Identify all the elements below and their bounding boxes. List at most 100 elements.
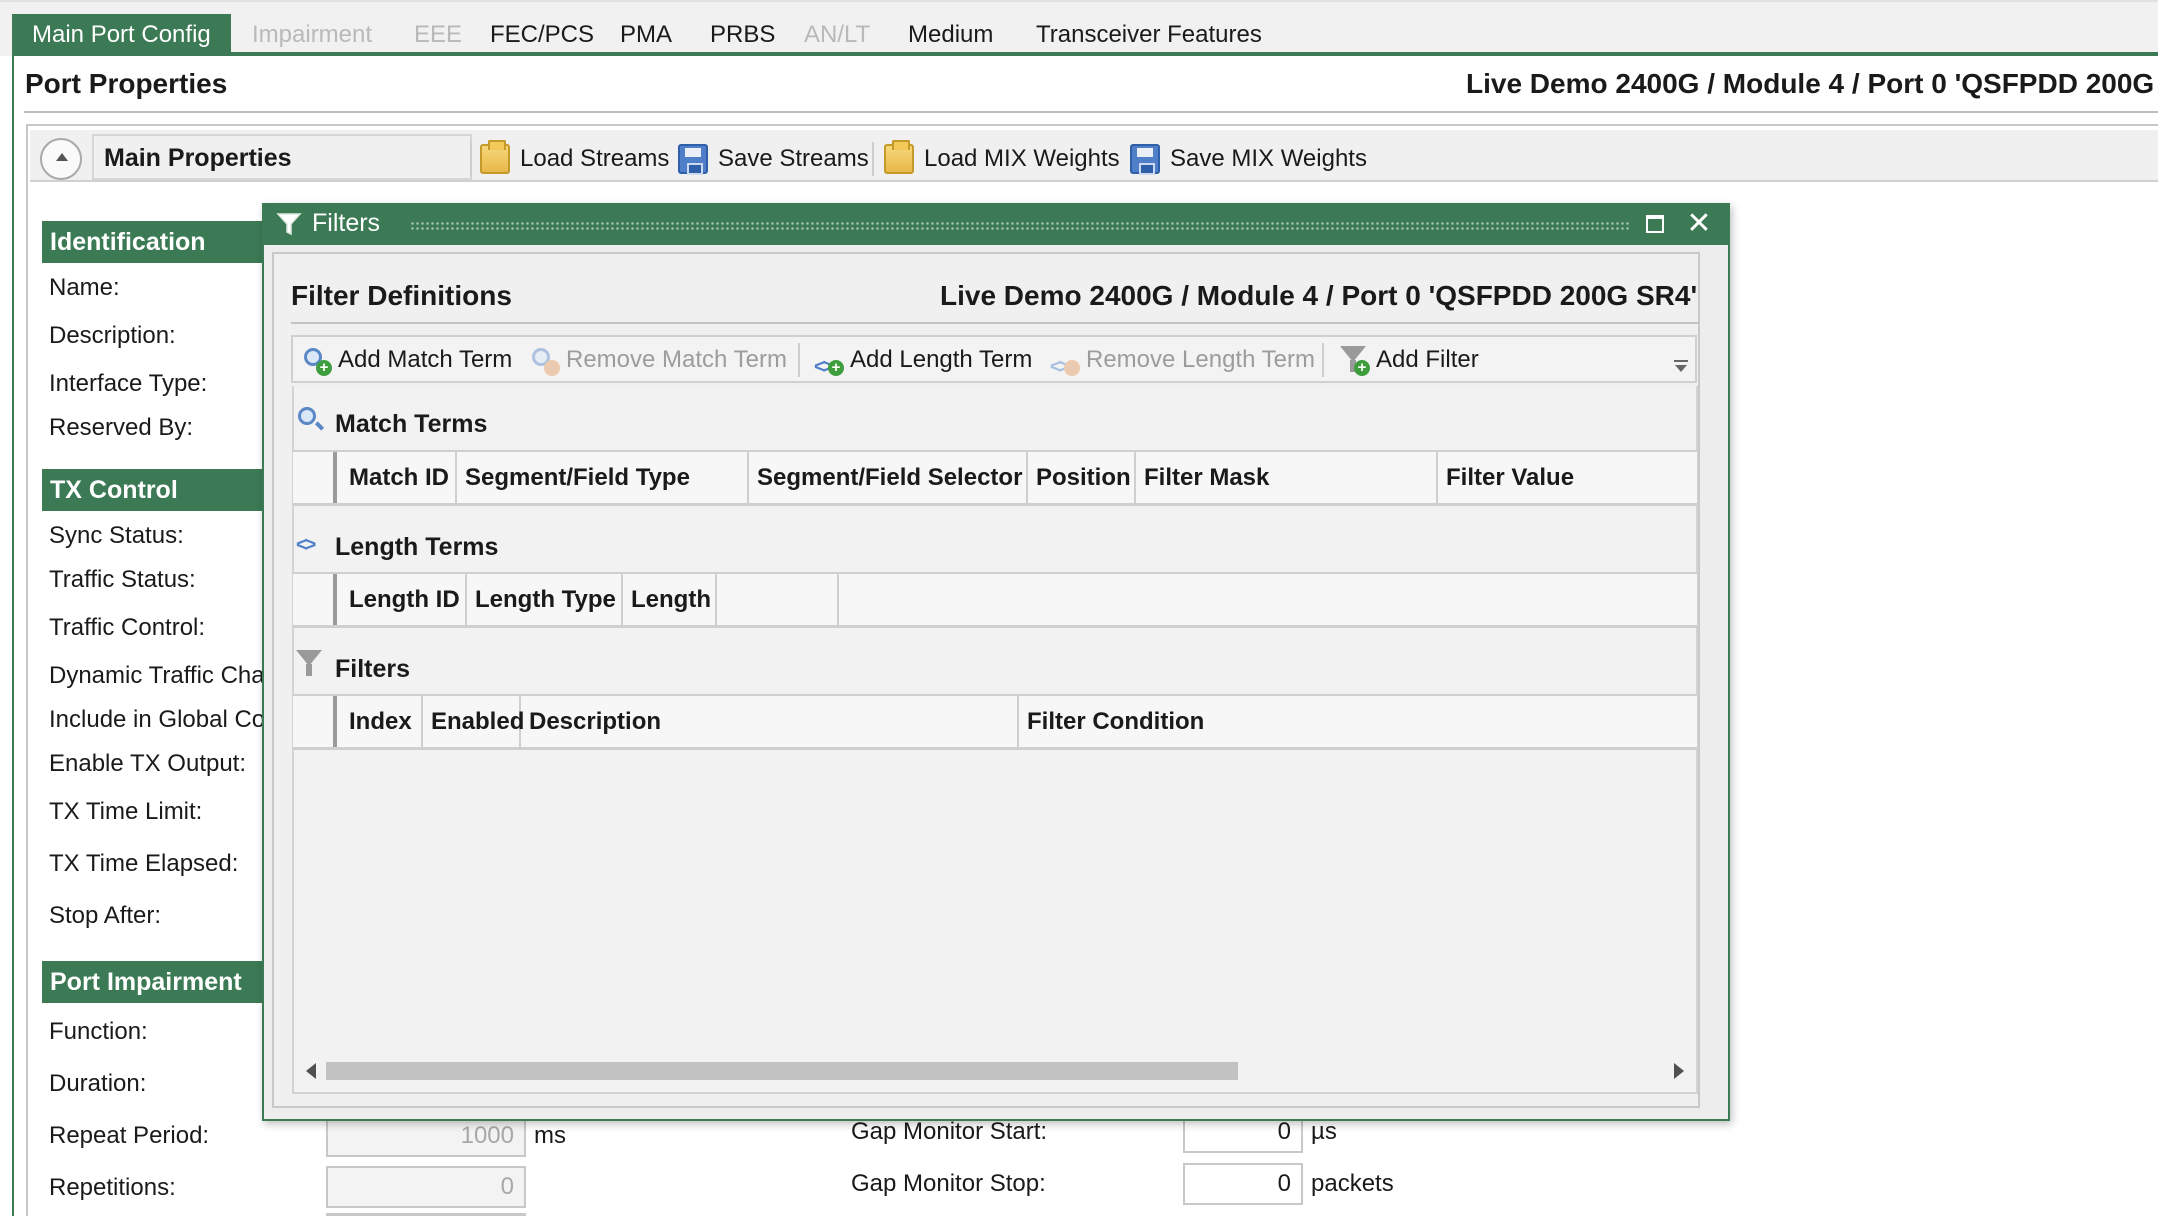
remove-length-icon: <> [1050, 346, 1080, 378]
add-filter-button[interactable]: + Add Filter [1340, 343, 1500, 377]
close-icon[interactable]: ✕ [1682, 207, 1716, 241]
floppy-disk-icon [1130, 144, 1160, 175]
function-label: Function: [49, 1018, 148, 1045]
filter-definitions-path: Live Demo 2400G / Module 4 / Port 0 'QSF… [940, 280, 1698, 311]
tab-prbs[interactable]: PRBS [690, 14, 795, 56]
load-streams-label: Load Streams [520, 145, 670, 172]
dynamic-traffic-label: Dynamic Traffic Char [49, 662, 273, 689]
scroll-thumb[interactable] [326, 1062, 1238, 1080]
tab-main-port-config[interactable]: Main Port Config [12, 14, 231, 56]
traffic-status-label: Traffic Status: [49, 566, 196, 593]
folder-open-icon [884, 140, 914, 174]
gap-monitor-start-label: Gap Monitor Start: [851, 1118, 1048, 1145]
col-length-type[interactable]: Length Type [467, 574, 623, 625]
col-index[interactable]: Index [341, 696, 423, 747]
name-label: Name: [49, 274, 120, 301]
divider [24, 111, 2158, 113]
col-segment-field-type[interactable]: Segment/Field Type [457, 452, 749, 503]
filters-grid-header: Index Enabled Description Filter Conditi… [293, 694, 1697, 750]
col-filter-condition[interactable]: Filter Condition [1019, 696, 1697, 747]
tab-fec-pcs[interactable]: FEC/PCS [470, 14, 614, 56]
traffic-control-label: Traffic Control: [49, 614, 206, 641]
save-mix-weights-label: Save MIX Weights [1170, 145, 1367, 172]
duration-label: Duration: [49, 1070, 147, 1097]
gap-monitor-stop-unit: packets [1311, 1170, 1394, 1197]
tab-pma[interactable]: PMA [600, 14, 692, 56]
filter-definitions-title: Filter Definitions [291, 280, 512, 311]
tab-impairment[interactable]: Impairment [232, 14, 392, 56]
col-description[interactable]: Description [521, 696, 1019, 747]
col-filter-mask[interactable]: Filter Mask [1136, 452, 1438, 503]
col-filter-value[interactable]: Filter Value [1438, 452, 1697, 503]
remove-length-term-button[interactable]: <> Remove Length Term [1050, 343, 1315, 378]
port-path: Live Demo 2400G / Module 4 / Port 0 'QSF… [1466, 68, 2155, 99]
save-streams-button[interactable]: Save Streams [678, 142, 869, 176]
description-label: Description: [49, 322, 176, 349]
remove-match-icon [530, 346, 560, 376]
tab-medium[interactable]: Medium [888, 14, 1013, 56]
col-match-id[interactable]: Match ID [341, 452, 457, 503]
tab-an-lt[interactable]: AN/LT [784, 14, 890, 56]
tx-time-elapsed-label: TX Time Elapsed: [49, 850, 239, 877]
remove-match-term-button[interactable]: Remove Match Term [530, 343, 788, 377]
add-match-icon: + [302, 346, 332, 376]
save-streams-label: Save Streams [718, 145, 869, 172]
length-terms-grid-header: Length ID Length Type Length [293, 572, 1697, 628]
add-match-term-button[interactable]: + Add Match Term [302, 343, 518, 377]
col-length[interactable]: Length [623, 574, 717, 625]
section-port-impairment: Port Impairment [42, 961, 262, 1003]
add-filter-label: Add Filter [1376, 346, 1479, 373]
maximize-icon[interactable] [1646, 215, 1664, 233]
col-segment-field-selector[interactable]: Segment/Field Selector [749, 452, 1028, 503]
col-length-id[interactable]: Length ID [341, 574, 467, 625]
add-length-term-label: Add Length Term [850, 346, 1033, 373]
divider [291, 322, 1699, 324]
length-terms-title: Length Terms [335, 533, 499, 561]
enable-tx-output-label: Enable TX Output: [49, 750, 247, 777]
repetitions-label: Repetitions: [49, 1174, 176, 1201]
load-streams-button[interactable]: Load Streams [480, 140, 680, 176]
filters-title: Filters [335, 655, 411, 683]
col-enabled[interactable]: Enabled [423, 696, 524, 747]
add-filter-icon: + [1340, 346, 1370, 376]
col-length-extra[interactable] [717, 574, 839, 625]
tab-eee[interactable]: EEE [394, 14, 482, 56]
interface-type-label: Interface Type: [49, 370, 208, 397]
section-identification: Identification [42, 221, 262, 263]
toolbar-separator [798, 343, 800, 377]
toolbar-separator [1322, 343, 1324, 377]
load-mix-weights-button[interactable]: Load MIX Weights [884, 140, 1124, 176]
repeat-period-label: Repeat Period: [49, 1122, 210, 1149]
repeat-period-field[interactable]: 1000 [326, 1115, 526, 1157]
gap-monitor-start-unit: µs [1311, 1118, 1337, 1145]
dialog-title-bar[interactable]: Filters ✕ [262, 203, 1730, 245]
col-position[interactable]: Position [1028, 452, 1136, 503]
scroll-right-icon[interactable] [1674, 1063, 1684, 1079]
collapse-button[interactable] [40, 138, 82, 180]
toolbar-overflow-icon[interactable] [1674, 360, 1688, 374]
match-terms-grid-header: Match ID Segment/Field Type Segment/Fiel… [293, 450, 1697, 506]
tab-transceiver-features[interactable]: Transceiver Features [1016, 14, 1282, 56]
save-mix-weights-button[interactable]: Save MIX Weights [1130, 142, 1370, 176]
funnel-icon [296, 650, 324, 678]
tx-time-limit-label: TX Time Limit: [49, 798, 203, 825]
row-header-gutter [293, 452, 337, 503]
gap-monitor-stop-field[interactable]: 0 [1183, 1163, 1303, 1205]
match-terms-title: Match Terms [335, 410, 488, 438]
magnifier-icon [296, 405, 324, 433]
main-properties-label: Main Properties [104, 144, 292, 172]
repetitions-field[interactable]: 0 [326, 1166, 526, 1208]
row-header-gutter [293, 696, 337, 747]
page-title: Port Properties [25, 68, 228, 99]
load-mix-weights-label: Load MIX Weights [924, 145, 1120, 172]
remove-match-term-label: Remove Match Term [566, 346, 787, 373]
horizontal-scrollbar[interactable] [300, 1058, 1692, 1084]
row-header-gutter [293, 574, 337, 625]
floppy-disk-icon [678, 144, 708, 175]
tab-bar: Main Port Config Impairment EEE FEC/PCS … [0, 0, 2158, 56]
scroll-left-icon[interactable] [306, 1063, 316, 1079]
stop-after-label: Stop After: [49, 902, 162, 929]
drag-grip[interactable] [410, 221, 1630, 231]
reserved-by-label: Reserved By: [49, 414, 194, 441]
add-length-term-button[interactable]: <> + Add Length Term [814, 343, 1036, 378]
